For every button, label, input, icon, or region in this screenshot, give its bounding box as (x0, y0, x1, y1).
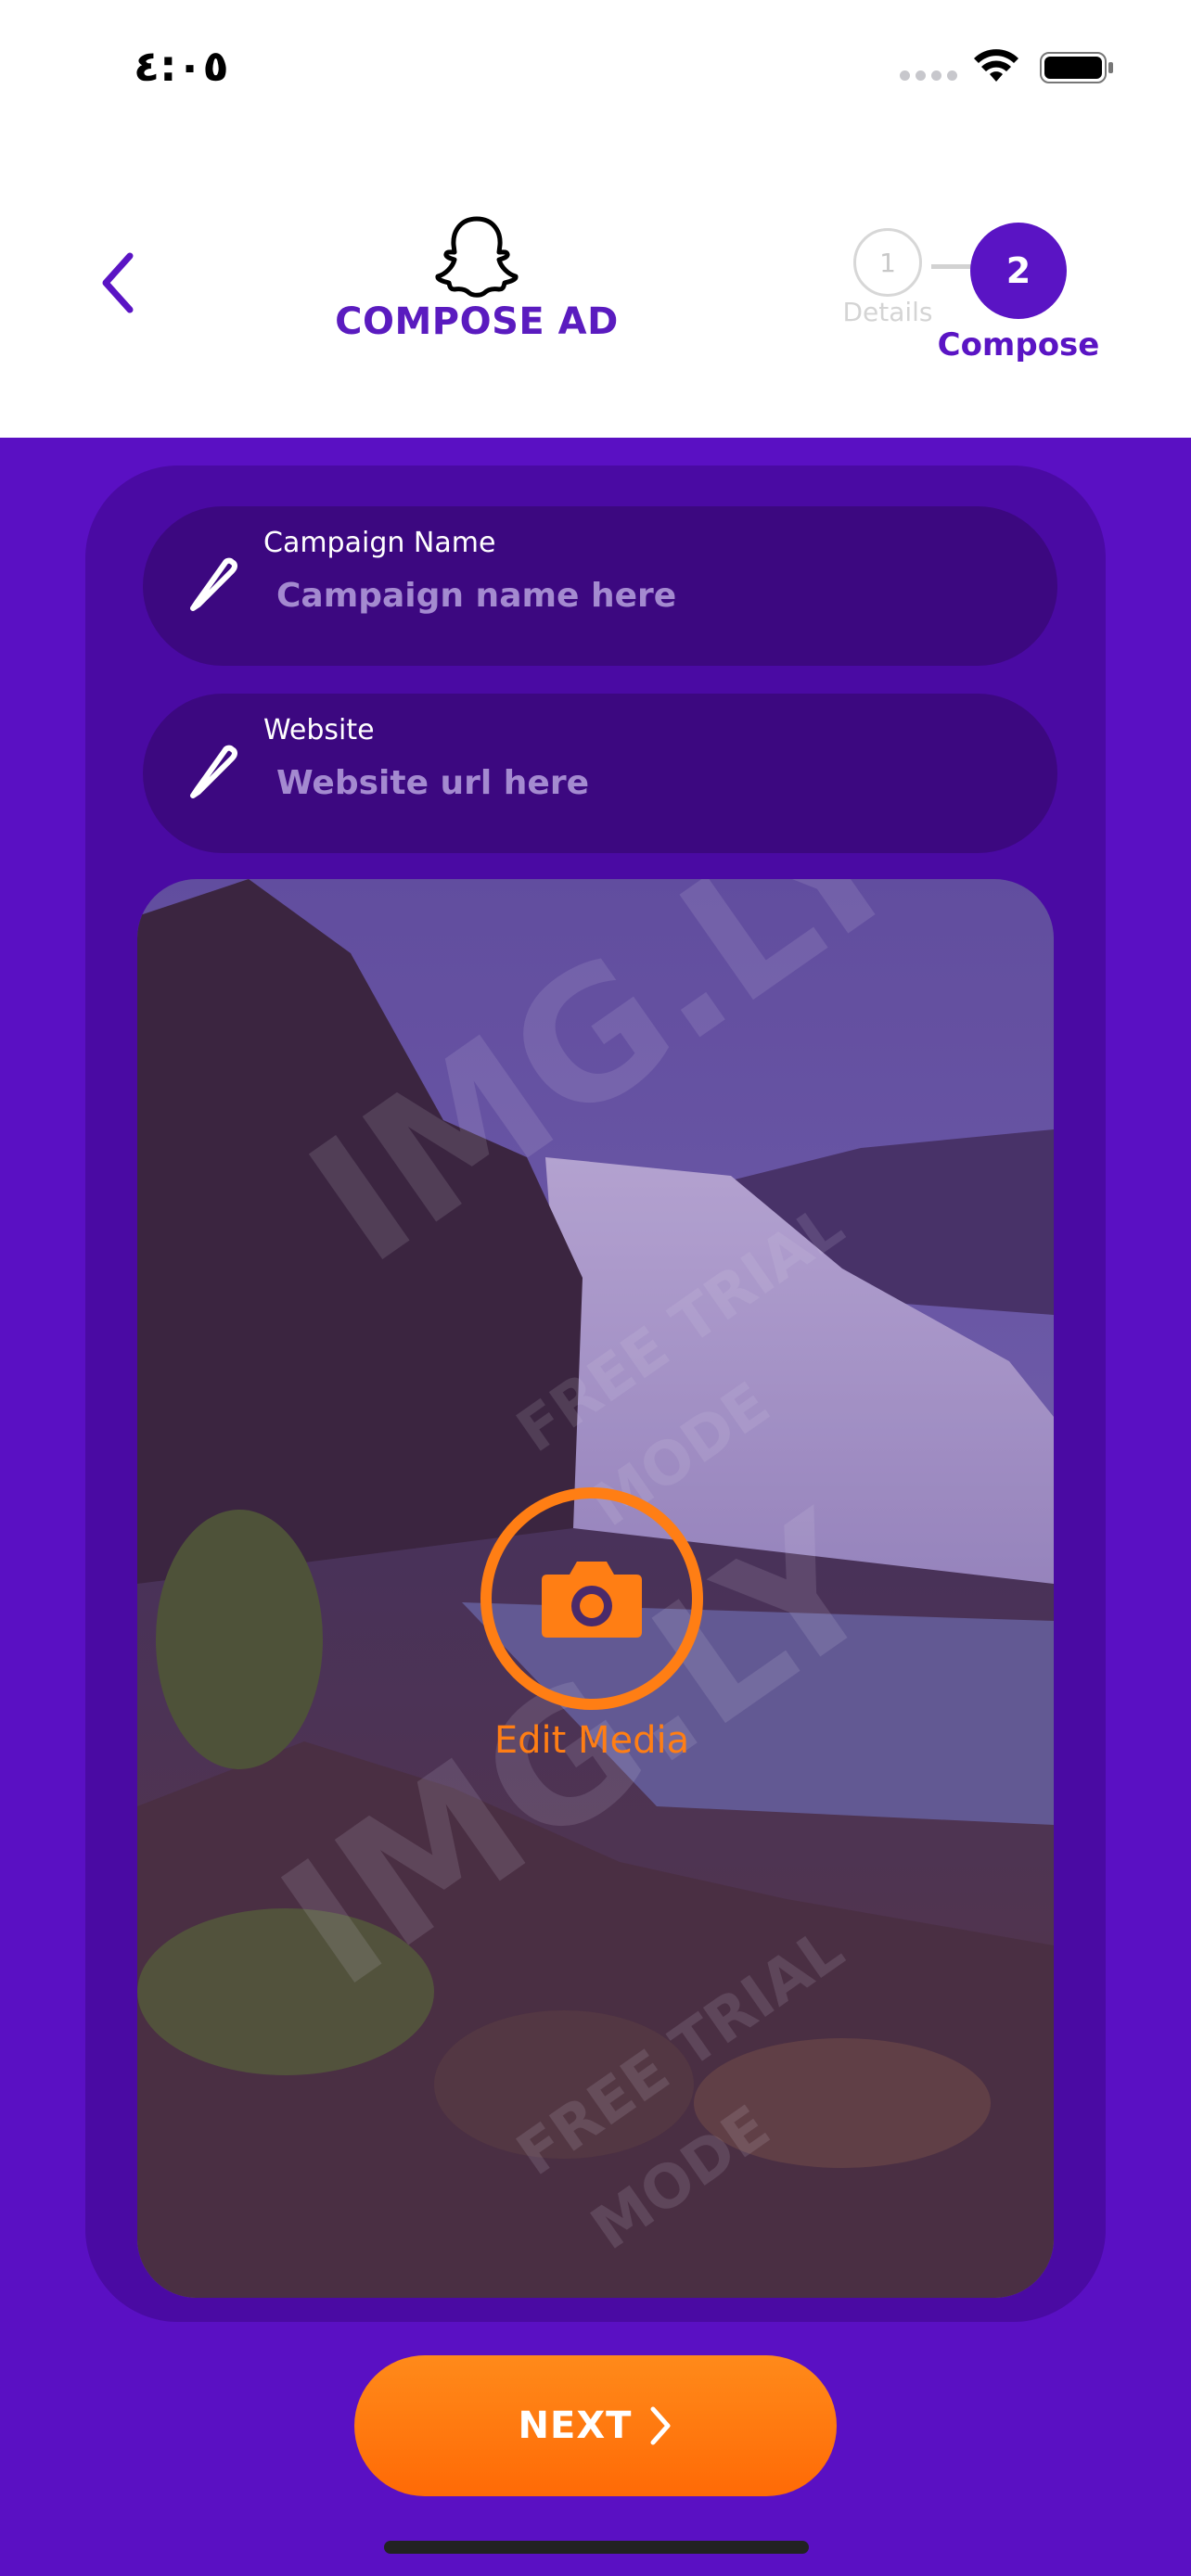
step-connector (931, 264, 972, 269)
website-label: Website (263, 714, 375, 746)
snapchat-ghost-icon (435, 216, 519, 298)
chevron-right-icon (650, 2406, 671, 2445)
step-compose-indicator: 2 (970, 223, 1067, 319)
status-time: ٤:٠٥ (134, 41, 229, 91)
content-area: Campaign Name Website (0, 438, 1191, 2576)
edit-media-button[interactable] (480, 1487, 703, 1710)
compose-ad-screen: ٤:٠٥ COMPOSE AD 1 2 Details Compose Camp… (0, 0, 1191, 2576)
website-input[interactable] (276, 764, 1018, 802)
camera-icon (542, 1562, 642, 1638)
battery-icon (1040, 52, 1113, 83)
website-field[interactable]: Website (143, 694, 1057, 853)
page-title: COMPOSE AD (335, 300, 619, 343)
compose-card: Campaign Name Website (85, 465, 1106, 2322)
edit-media-label: Edit Media (493, 1719, 690, 1762)
campaign-name-input[interactable] (276, 577, 1018, 615)
campaign-name-label: Campaign Name (263, 527, 496, 559)
pencil-icon (190, 557, 237, 611)
step-details-indicator: 1 (853, 228, 922, 297)
next-button-label: NEXT (518, 2404, 633, 2447)
next-button[interactable]: NEXT (354, 2355, 837, 2496)
back-chevron-icon (102, 252, 134, 313)
back-button[interactable] (85, 243, 148, 323)
cellular-signal-icon (900, 70, 957, 81)
step-compose-label: Compose (937, 326, 1100, 363)
campaign-name-field[interactable]: Campaign Name (143, 506, 1057, 666)
wifi-icon (974, 49, 1018, 82)
step-details-label: Details (842, 297, 933, 327)
home-indicator (384, 2541, 809, 2554)
pencil-icon (190, 745, 237, 798)
ad-media-preview[interactable]: IMG.LY FREE TRIAL MODE IMG.LY FREE TRIAL… (137, 879, 1054, 2298)
